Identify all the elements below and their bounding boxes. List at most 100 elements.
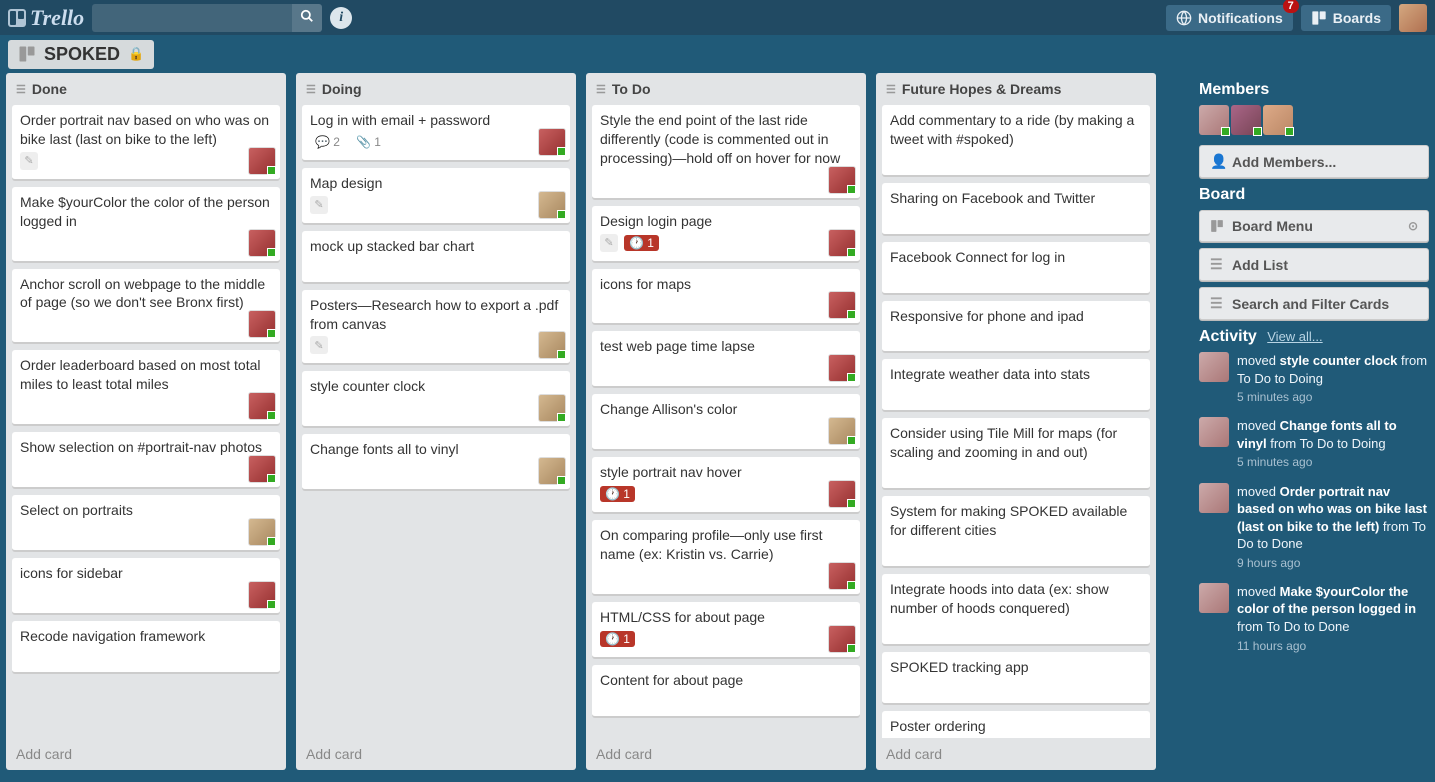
list-header[interactable]: ☰Future Hopes & Dreams: [876, 73, 1156, 105]
trello-logo[interactable]: Trello: [8, 5, 84, 31]
list-header[interactable]: ☰To Do: [586, 73, 866, 105]
card-footer: [20, 459, 272, 479]
card-member-avatar[interactable]: [538, 457, 566, 485]
card[interactable]: Design login page✎🕐 1: [592, 206, 860, 262]
card-member-avatar[interactable]: [828, 480, 856, 508]
list-title: To Do: [612, 81, 651, 97]
activity-avatar[interactable]: [1199, 583, 1229, 613]
card[interactable]: Responsive for phone and ipad: [882, 301, 1150, 353]
card[interactable]: Order portrait nav based on who was on b…: [12, 105, 280, 180]
board-menu-button[interactable]: Board Menu ⊙: [1199, 210, 1429, 242]
card[interactable]: mock up stacked bar chart: [302, 231, 570, 283]
card[interactable]: Poster ordering: [882, 711, 1150, 738]
card[interactable]: System for making SPOKED available for d…: [882, 496, 1150, 567]
card[interactable]: test web page time lapse: [592, 331, 860, 387]
card[interactable]: Anchor scroll on webpage to the middle o…: [12, 269, 280, 344]
card[interactable]: Recode navigation framework: [12, 621, 280, 673]
boards-button[interactable]: Boards: [1301, 5, 1391, 31]
card-member-avatar[interactable]: [248, 147, 276, 175]
card[interactable]: On comparing profile—only use first name…: [592, 520, 860, 595]
card[interactable]: Select on portraits: [12, 495, 280, 551]
card[interactable]: Order leaderboard based on most total mi…: [12, 350, 280, 425]
activity-text: moved style counter clock from To Do to …: [1237, 352, 1429, 405]
card-member-avatar[interactable]: [248, 310, 276, 338]
card-footer: [890, 327, 1142, 347]
card-member-avatar[interactable]: [248, 518, 276, 546]
add-members-button[interactable]: 👤 Add Members...: [1199, 145, 1429, 178]
card-member-avatar[interactable]: [538, 191, 566, 219]
card[interactable]: Content for about page: [592, 665, 860, 717]
member-avatar[interactable]: [1263, 105, 1293, 135]
user-avatar[interactable]: [1399, 4, 1427, 32]
card-member-avatar[interactable]: [248, 392, 276, 420]
card[interactable]: Make $yourColor the color of the person …: [12, 187, 280, 262]
activity-avatar[interactable]: [1199, 352, 1229, 382]
list-header[interactable]: ☰Doing: [296, 73, 576, 105]
card[interactable]: Integrate weather data into stats: [882, 359, 1150, 411]
card-member-avatar[interactable]: [828, 562, 856, 590]
card-member-avatar[interactable]: [538, 394, 566, 422]
search-box: [92, 4, 322, 32]
card[interactable]: Change Allison's color: [592, 394, 860, 450]
add-list-button[interactable]: ☰ Add List: [1199, 248, 1429, 281]
card-member-avatar[interactable]: [248, 455, 276, 483]
card-member-avatar[interactable]: [828, 229, 856, 257]
card[interactable]: Posters—Research how to export a .pdf fr…: [302, 290, 570, 365]
search-filter-button[interactable]: ☰ Search and Filter Cards: [1199, 287, 1429, 320]
member-avatar[interactable]: [1199, 105, 1229, 135]
view-all-link[interactable]: View all...: [1267, 329, 1322, 344]
activity-avatar[interactable]: [1199, 417, 1229, 447]
card[interactable]: Facebook Connect for log in: [882, 242, 1150, 294]
search-input[interactable]: [92, 4, 292, 32]
card-member-avatar[interactable]: [538, 128, 566, 156]
add-card-button[interactable]: Add card: [586, 738, 866, 770]
lists-area[interactable]: ☰DoneOrder portrait nav based on who was…: [6, 73, 1189, 776]
globe-icon: [1176, 10, 1192, 26]
card-title: Style the end point of the last ride dif…: [600, 111, 852, 168]
card[interactable]: Show selection on #portrait-nav photos: [12, 432, 280, 488]
info-button[interactable]: i: [330, 7, 352, 29]
card[interactable]: Consider using Tile Mill for maps (for s…: [882, 418, 1150, 489]
card-member-avatar[interactable]: [248, 581, 276, 609]
search-button[interactable]: [292, 4, 322, 32]
card[interactable]: Sharing on Facebook and Twitter: [882, 183, 1150, 235]
list: ☰To Do Style the end point of the last ri…: [586, 73, 866, 770]
card-member-avatar[interactable]: [828, 291, 856, 319]
card[interactable]: Map design✎: [302, 168, 570, 224]
grip-icon: ☰: [886, 83, 896, 96]
board-name-button[interactable]: SPOKED 🔒: [8, 40, 154, 69]
list-cards[interactable]: Add commentary to a ride (by making a tw…: [876, 105, 1156, 738]
add-card-button[interactable]: Add card: [876, 738, 1156, 770]
card[interactable]: Style the end point of the last ride dif…: [592, 105, 860, 199]
card-member-avatar[interactable]: [248, 229, 276, 257]
card[interactable]: Add commentary to a ride (by making a tw…: [882, 105, 1150, 176]
board-menu-label: Board Menu: [1232, 218, 1313, 234]
activity-avatar[interactable]: [1199, 483, 1229, 513]
add-card-button[interactable]: Add card: [296, 738, 576, 770]
card[interactable]: Integrate hoods into data (ex: show numb…: [882, 574, 1150, 645]
list-cards[interactable]: Style the end point of the last ride dif…: [586, 105, 866, 738]
due-badge: 🕐 1: [600, 486, 635, 502]
card[interactable]: icons for maps: [592, 269, 860, 325]
card[interactable]: Log in with email + password💬 2📎 1: [302, 105, 570, 161]
add-card-button[interactable]: Add card: [6, 738, 286, 770]
comments-badge: 💬 2: [310, 134, 345, 150]
card-member-avatar[interactable]: [538, 331, 566, 359]
card-member-avatar[interactable]: [828, 417, 856, 445]
card[interactable]: icons for sidebar: [12, 558, 280, 614]
global-header: Trello i Notifications 7 Boards: [0, 0, 1435, 35]
card[interactable]: style portrait nav hover🕐 1: [592, 457, 860, 513]
card[interactable]: SPOKED tracking app: [882, 652, 1150, 704]
card[interactable]: style counter clock: [302, 371, 570, 427]
card-member-avatar[interactable]: [828, 625, 856, 653]
list-header[interactable]: ☰Done: [6, 73, 286, 105]
card[interactable]: HTML/CSS for about page🕐 1: [592, 602, 860, 658]
list-cards[interactable]: Order portrait nav based on who was on b…: [6, 105, 286, 738]
grip-icon: ☰: [306, 83, 316, 96]
notifications-button[interactable]: Notifications 7: [1166, 5, 1293, 31]
card[interactable]: Change fonts all to vinyl: [302, 434, 570, 490]
member-avatar[interactable]: [1231, 105, 1261, 135]
list-cards[interactable]: Log in with email + password💬 2📎 1 Map de…: [296, 105, 576, 738]
card-member-avatar[interactable]: [828, 166, 856, 194]
card-member-avatar[interactable]: [828, 354, 856, 382]
